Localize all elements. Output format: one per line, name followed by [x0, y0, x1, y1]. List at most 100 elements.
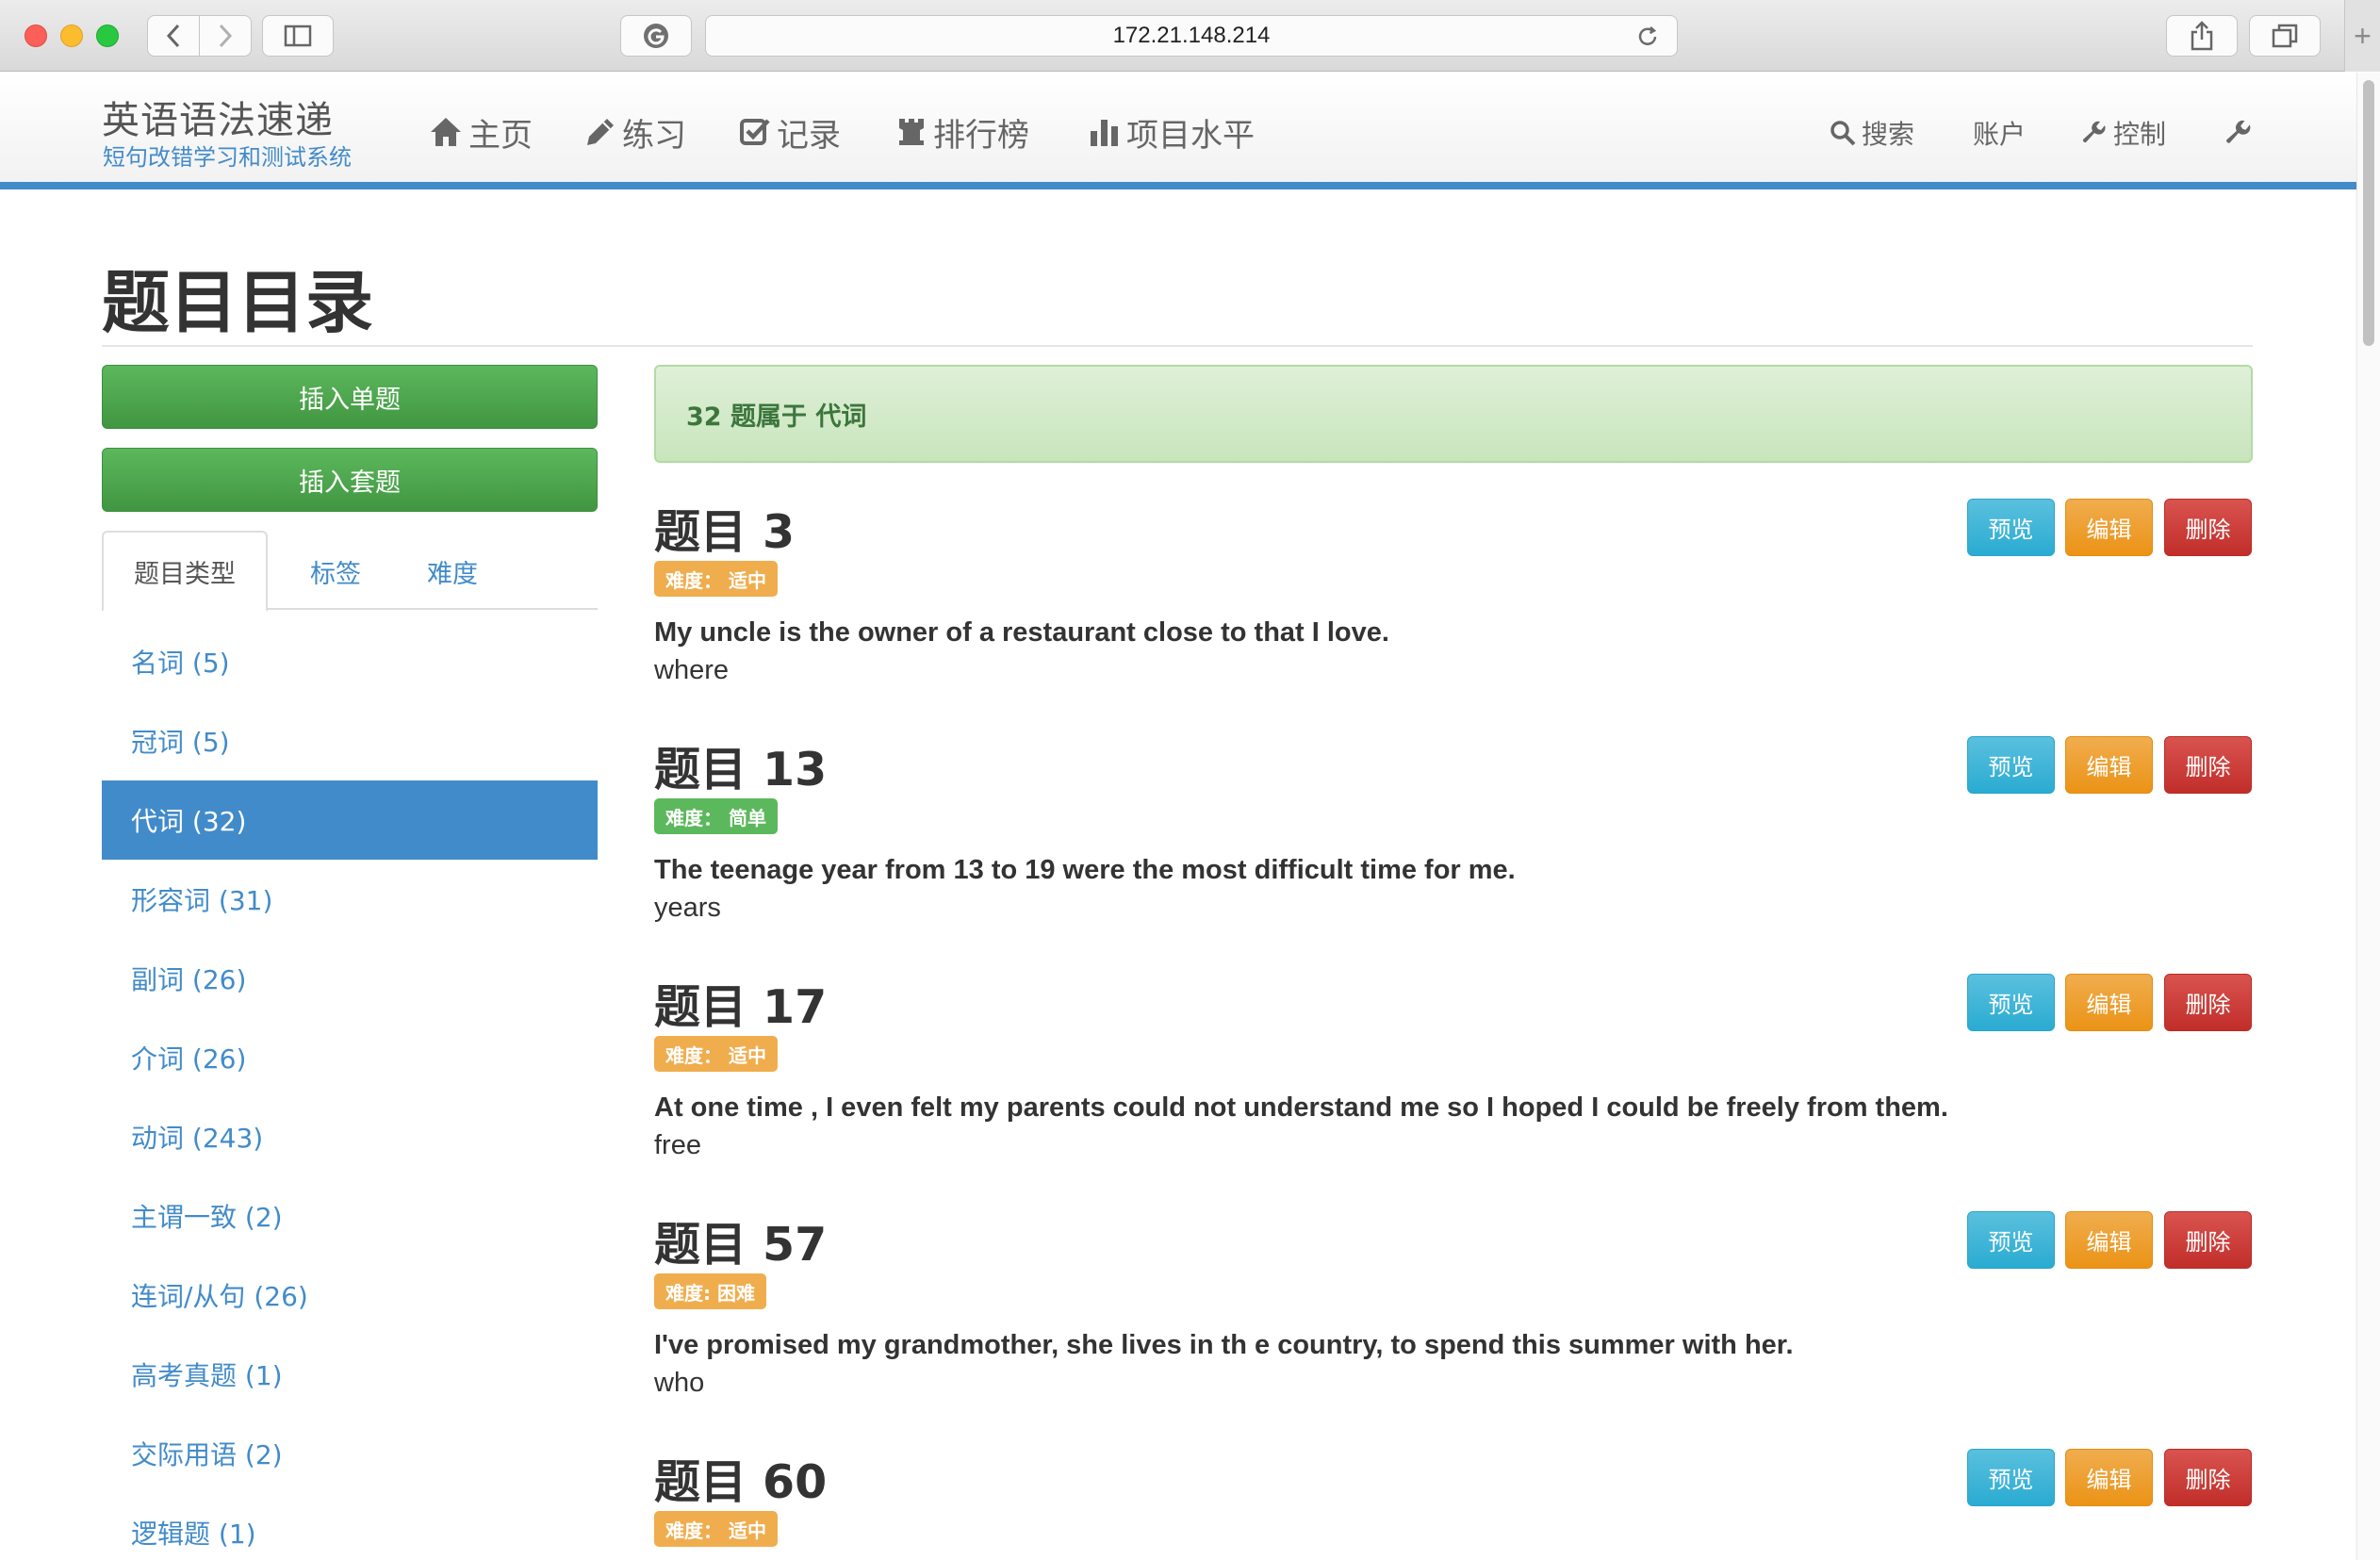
- question-title: 题目 3: [654, 505, 796, 559]
- edit-button[interactable]: 编辑: [2065, 736, 2153, 794]
- category-item[interactable]: 介词 (26): [102, 1018, 598, 1097]
- category-item[interactable]: 主谓一致 (2): [102, 1176, 598, 1256]
- tab-difficulty[interactable]: 难度: [394, 531, 511, 612]
- pencil-icon: [584, 116, 616, 148]
- edit-button[interactable]: 编辑: [2065, 499, 2153, 556]
- category-item[interactable]: 副词 (26): [102, 939, 598, 1018]
- delete-button[interactable]: 删除: [2164, 1211, 2252, 1269]
- nav-practice-label: 练习: [622, 116, 686, 155]
- question-answer: years: [654, 893, 721, 923]
- brand-subtitle[interactable]: 短句改错学习和测试系统: [103, 139, 352, 172]
- wrench-icon: [2224, 119, 2253, 147]
- category-count-alert: 32 题属于 代词: [654, 365, 2253, 463]
- question-text: My uncle is the owner of a restaurant cl…: [654, 617, 1389, 648]
- nav-home[interactable]: 主页: [429, 110, 533, 155]
- forward-button[interactable]: [199, 15, 252, 57]
- nav-leaderboard-label: 排行榜: [933, 116, 1029, 155]
- question-text: The teenage year from 13 to 19 were the …: [654, 855, 1516, 885]
- tower-icon: [895, 116, 927, 148]
- category-item[interactable]: 逻辑题 (1): [102, 1493, 598, 1560]
- settings-wrench-button[interactable]: [2224, 114, 2258, 152]
- google-g-icon: [644, 24, 668, 48]
- category-item[interactable]: 连词/从句 (26): [102, 1256, 598, 1335]
- delete-button[interactable]: 删除: [2164, 736, 2252, 794]
- reader-button[interactable]: [620, 15, 692, 57]
- zoom-window-button[interactable]: [96, 25, 119, 47]
- insert-set-button[interactable]: 插入套题: [102, 448, 598, 512]
- chevron-left-icon: [166, 24, 180, 48]
- question-text: I've promised my grandmother, she lives …: [654, 1330, 1794, 1360]
- question-item: 题目 60 难度： 适中 预览 编辑 删除: [654, 1445, 2253, 1560]
- question-item: 题目 17 难度： 适中 At one time , I even felt m…: [654, 970, 2253, 1196]
- tab-tags[interactable]: 标签: [277, 531, 394, 612]
- nav-leaderboard[interactable]: 排行榜: [895, 110, 1029, 155]
- new-tab-button[interactable]: +: [2344, 0, 2380, 72]
- nav-search-label: 搜索: [1862, 119, 1915, 150]
- edit-button[interactable]: 编辑: [2065, 1211, 2153, 1269]
- preview-button[interactable]: 预览: [1967, 499, 2055, 556]
- preview-button[interactable]: 预览: [1967, 1449, 2055, 1506]
- nav-records-label: 记录: [777, 116, 841, 155]
- category-item-active[interactable]: 代词 (32): [102, 780, 598, 860]
- site-navbar: 英语语法速递 短句改错学习和测试系统 主页 练习 记录 排行榜 项目水平 搜索 …: [0, 73, 2356, 189]
- nav-account[interactable]: 账户: [1973, 114, 2026, 152]
- category-item[interactable]: 交际用语 (2): [102, 1414, 598, 1493]
- category-item[interactable]: 名词 (5): [102, 622, 598, 701]
- reload-icon[interactable]: [1635, 25, 1660, 56]
- close-window-button[interactable]: [25, 25, 47, 47]
- tab-question-type[interactable]: 题目类型: [102, 531, 268, 612]
- question-title: 题目 17: [654, 980, 828, 1034]
- edit-button[interactable]: 编辑: [2065, 1449, 2153, 1506]
- question-item: 题目 13 难度： 简单 The teenage year from 13 to…: [654, 732, 2253, 959]
- share-button[interactable]: [2166, 15, 2238, 57]
- question-title: 题目 57: [654, 1218, 828, 1272]
- edit-button[interactable]: 编辑: [2065, 974, 2153, 1031]
- filter-tabs: 题目类型 标签 难度: [102, 531, 598, 612]
- sidebar-toggle-button[interactable]: [262, 15, 334, 57]
- delete-button[interactable]: 删除: [2164, 499, 2252, 556]
- delete-button[interactable]: 删除: [2164, 974, 2252, 1031]
- category-item[interactable]: 形容词 (31): [102, 860, 598, 939]
- preview-button[interactable]: 预览: [1967, 1211, 2055, 1269]
- tabs-icon: [2272, 24, 2298, 48]
- nav-records[interactable]: 记录: [739, 110, 841, 155]
- preview-button[interactable]: 预览: [1967, 736, 2055, 794]
- title-divider: [102, 345, 2253, 347]
- wrench-icon: [2081, 120, 2108, 146]
- show-tabs-button[interactable]: [2249, 15, 2321, 57]
- nav-levels-label: 项目水平: [1126, 116, 1255, 155]
- nav-search[interactable]: 搜索: [1830, 114, 1914, 152]
- insert-single-button[interactable]: 插入单题: [102, 365, 598, 429]
- category-item[interactable]: 高考真题 (1): [102, 1335, 598, 1414]
- nav-home-label: 主页: [468, 116, 533, 155]
- nav-control-label: 控制: [2113, 119, 2167, 150]
- nav-control[interactable]: 控制: [2081, 114, 2166, 152]
- delete-button[interactable]: 删除: [2164, 1449, 2252, 1506]
- chevron-right-icon: [219, 24, 233, 48]
- category-item[interactable]: 动词 (243): [102, 1097, 598, 1176]
- browser-toolbar: 172.21.148.214 +: [0, 0, 2380, 72]
- category-list: 名词 (5) 冠词 (5) 代词 (32) 形容词 (31) 副词 (26) 介…: [102, 622, 598, 1560]
- check-square-icon: [739, 116, 771, 148]
- page-title: 题目目录: [102, 263, 374, 342]
- page-scrollbar-thumb[interactable]: [2363, 80, 2374, 346]
- preview-button[interactable]: 预览: [1967, 974, 2055, 1031]
- brand-title[interactable]: 英语语法速递: [102, 90, 334, 144]
- nav-practice[interactable]: 练习: [584, 110, 686, 155]
- back-button[interactable]: [147, 15, 200, 57]
- share-icon: [2191, 21, 2213, 51]
- question-title: 题目 60: [654, 1455, 828, 1509]
- difficulty-badge: 难度： 适中: [654, 1511, 778, 1547]
- plus-icon: +: [2354, 18, 2372, 53]
- minimize-window-button[interactable]: [60, 25, 83, 47]
- category-item[interactable]: 冠词 (5): [102, 701, 598, 780]
- search-icon: [1830, 120, 1856, 146]
- home-icon: [429, 116, 463, 148]
- difficulty-badge: 难度： 适中: [654, 561, 778, 597]
- question-text: At one time , I even felt my parents cou…: [654, 1092, 1948, 1123]
- nav-levels[interactable]: 项目水平: [1089, 110, 1255, 155]
- address-bar[interactable]: 172.21.148.214: [705, 15, 1678, 57]
- question-answer: where: [654, 655, 729, 685]
- nav-account-label: 账户: [1973, 119, 2027, 150]
- difficulty-badge: 难度： 适中: [654, 1036, 778, 1072]
